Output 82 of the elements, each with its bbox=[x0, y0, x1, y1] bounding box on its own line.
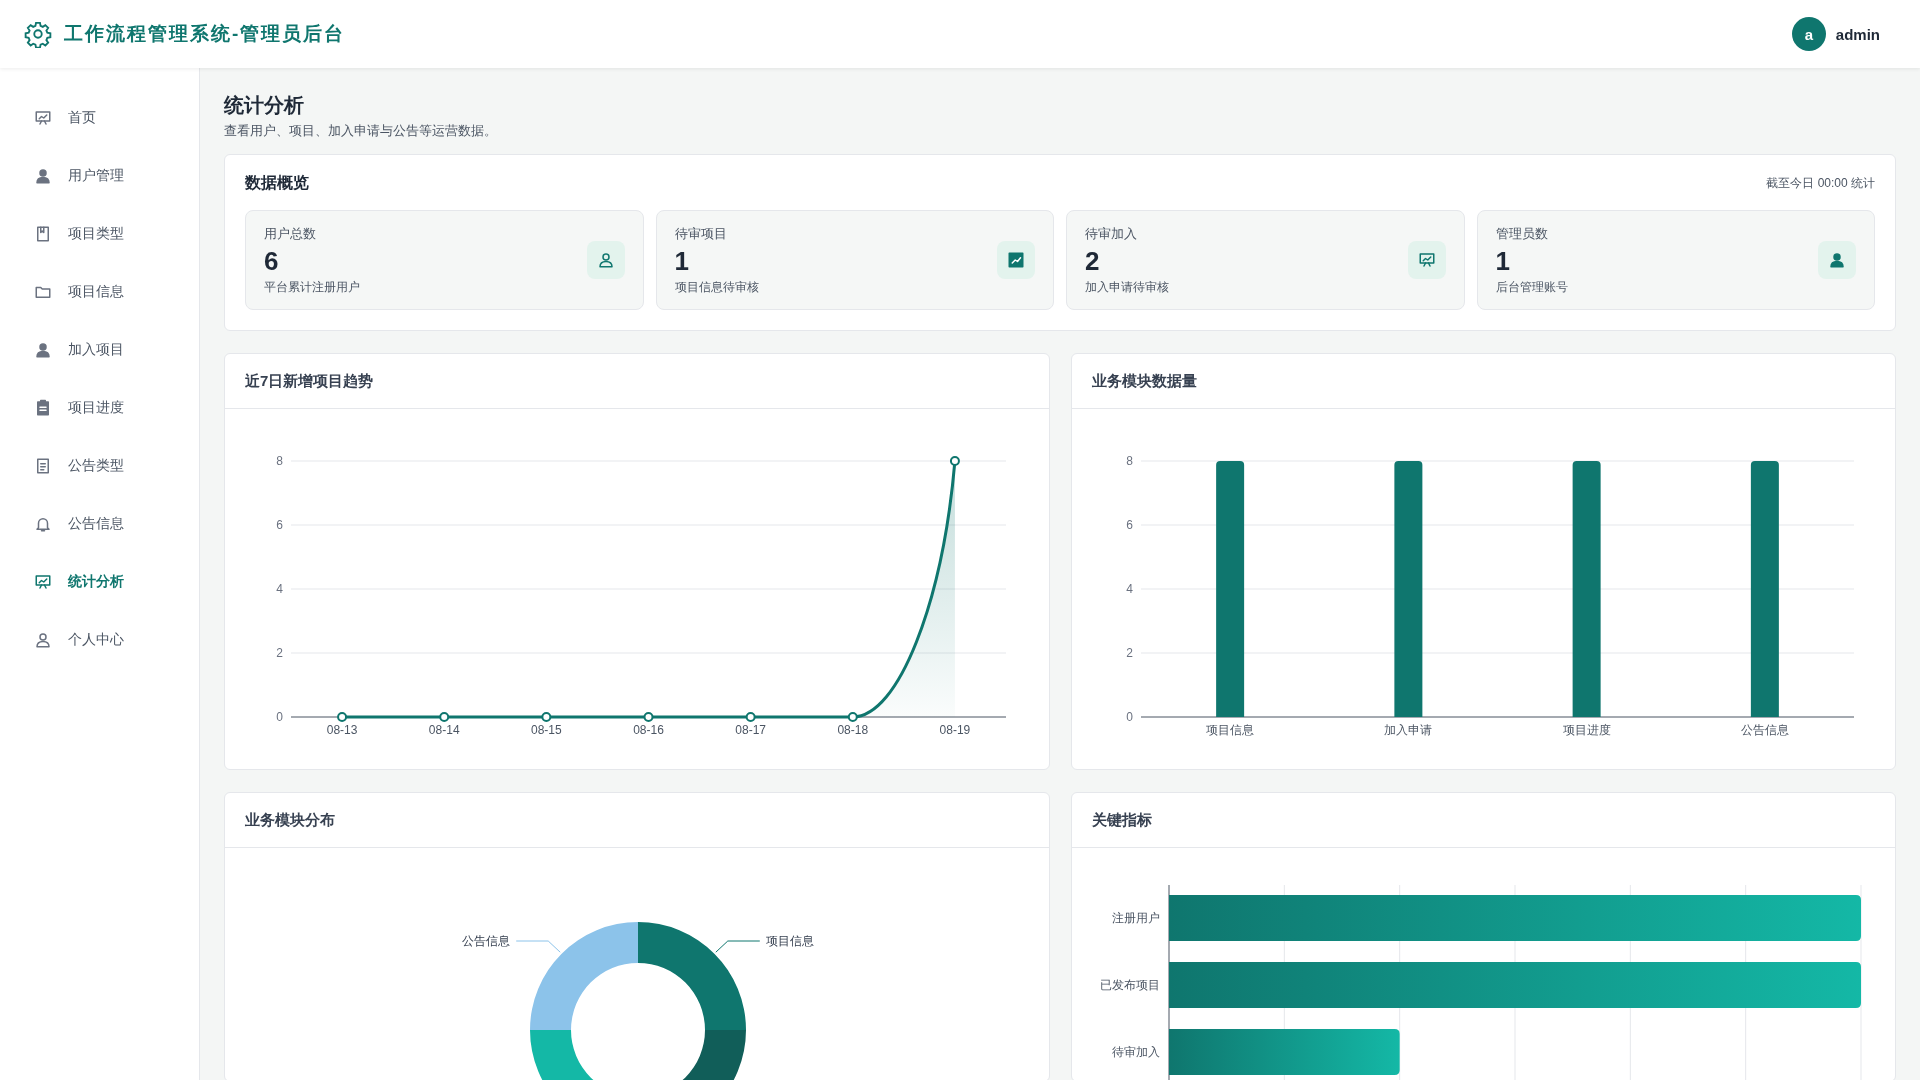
data-point bbox=[541, 712, 552, 722]
sidebar-item[interactable]: 项目类型 bbox=[0, 205, 199, 263]
data-point bbox=[745, 712, 756, 722]
clipboard-icon bbox=[34, 399, 52, 417]
axis-label: 4 bbox=[1125, 582, 1133, 596]
axis-label: 注册用户 bbox=[1111, 911, 1160, 925]
stat-description: 平台累计注册用户 bbox=[264, 278, 361, 296]
axis-label: 公告信息 bbox=[1740, 723, 1789, 737]
sidebar-item[interactable]: 公告信息 bbox=[0, 495, 199, 553]
stats-note: 截至今日 00:00 统计 bbox=[1766, 175, 1875, 192]
stat-description: 后台管理账号 bbox=[1495, 278, 1569, 296]
bell-icon bbox=[34, 515, 52, 533]
stat-value: 2 bbox=[1085, 244, 1101, 277]
sidebar-item[interactable]: 个人中心 bbox=[0, 611, 199, 669]
stat-label: 用户总数 bbox=[264, 224, 317, 243]
user-icon bbox=[34, 631, 52, 649]
slice-label: 公告信息 bbox=[462, 934, 511, 948]
user-name[interactable]: admin bbox=[1835, 25, 1880, 43]
axis-label: 08-15 bbox=[531, 723, 562, 737]
axis-label: 2 bbox=[276, 646, 283, 660]
axis-label: 8 bbox=[276, 454, 283, 468]
chart-title: 关键指标 bbox=[1091, 810, 1152, 830]
axis-label: 6 bbox=[1125, 518, 1133, 532]
axis-label: 08-14 bbox=[428, 723, 460, 737]
settings-icon bbox=[24, 20, 52, 48]
sidebar-item[interactable]: 项目进度 bbox=[0, 379, 199, 437]
axis-label: 项目进度 bbox=[1562, 723, 1611, 737]
chart-title: 业务模块数据量 bbox=[1091, 371, 1197, 391]
user-icon bbox=[34, 167, 52, 185]
axis-label: 08-13 bbox=[326, 723, 358, 737]
data-point bbox=[643, 712, 654, 722]
chart-title: 业务模块分布 bbox=[245, 810, 335, 830]
presentation-icon bbox=[1417, 251, 1436, 269]
chart-title: 近7日新增项目趋势 bbox=[245, 371, 374, 391]
section-title: 数据概览 bbox=[245, 173, 309, 193]
sidebar-item[interactable]: 加入项目 bbox=[0, 321, 199, 379]
axis-label: 2 bbox=[1125, 646, 1133, 660]
axis-label: 0 bbox=[1125, 710, 1133, 724]
leader-line bbox=[515, 940, 561, 953]
stat-value: 1 bbox=[674, 244, 690, 277]
stat-description: 项目信息待审核 bbox=[674, 278, 760, 296]
presentation-icon bbox=[34, 109, 52, 127]
page-title: 统计分析 bbox=[224, 93, 305, 118]
axis-label: 08-18 bbox=[837, 723, 869, 737]
book-icon bbox=[34, 225, 52, 243]
user-icon bbox=[596, 251, 615, 269]
user-avatar[interactable]: a bbox=[1791, 17, 1826, 51]
sidebar-item[interactable]: 项目信息 bbox=[0, 263, 199, 321]
presentation-icon bbox=[34, 573, 52, 591]
slice-label: 项目信息 bbox=[765, 934, 814, 948]
stat-label: 管理员数 bbox=[1495, 224, 1549, 243]
stat-value: 1 bbox=[1495, 244, 1511, 277]
axis-label: 0 bbox=[276, 710, 283, 724]
sidebar-item[interactable]: 首页 bbox=[0, 89, 199, 147]
axis-label: 6 bbox=[276, 518, 283, 532]
stat-description: 加入申请待审核 bbox=[1085, 278, 1170, 296]
app-title: 工作流程管理系统-管理员后台 bbox=[64, 22, 346, 46]
axis-label: 8 bbox=[1125, 454, 1133, 468]
document-icon bbox=[34, 457, 52, 475]
axis-label: 08-19 bbox=[939, 723, 971, 737]
axis-label: 08-16 bbox=[633, 723, 664, 737]
axis-label: 已发布项目 bbox=[1099, 978, 1160, 992]
stat-label: 待审加入 bbox=[1085, 224, 1138, 243]
axis-label: 加入申请 bbox=[1383, 723, 1432, 737]
chart-icon bbox=[1007, 251, 1025, 269]
data-point bbox=[847, 712, 858, 722]
data-point bbox=[337, 712, 348, 722]
user-icon bbox=[1828, 251, 1846, 269]
sidebar-item[interactable]: 用户管理 bbox=[0, 147, 199, 205]
axis-label: 08-17 bbox=[735, 723, 766, 737]
axis-label: 待审加入 bbox=[1111, 1045, 1160, 1059]
user-icon bbox=[34, 341, 52, 359]
data-point bbox=[949, 456, 960, 466]
stat-label: 待审项目 bbox=[674, 224, 728, 243]
leader-line bbox=[715, 940, 761, 953]
stat-value: 6 bbox=[264, 244, 280, 277]
sidebar-item[interactable]: 统计分析 bbox=[0, 553, 199, 611]
page-subtitle: 查看用户、项目、加入申请与公告等运营数据。 bbox=[224, 122, 498, 140]
data-point bbox=[439, 712, 450, 722]
axis-label: 4 bbox=[276, 582, 283, 596]
sidebar-item[interactable]: 公告类型 bbox=[0, 437, 199, 495]
axis-label: 项目信息 bbox=[1205, 723, 1254, 737]
